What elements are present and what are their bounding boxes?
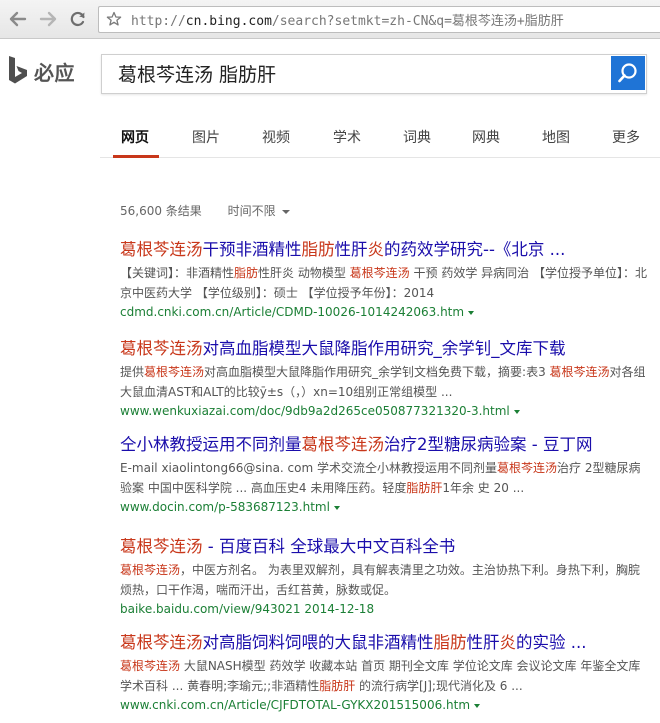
result-title[interactable]: 葛根芩连汤 - 百度百科 全球最大中文百科全书 <box>120 536 650 558</box>
result-snippet: 【关键词】：非酒精性脂肪性肝炎 动物模型 葛根芩连汤 干预 药效学 异病同治 【… <box>120 263 650 303</box>
search-result: 葛根芩连汤对高脂饲料饲喂的大鼠非酒精性脂肪性肝炎的实验 ... 葛根芩连汤 大鼠… <box>120 632 650 714</box>
highlighted-text: 葛根芩连汤 <box>120 339 203 358</box>
result-snippet: 葛根芩连汤，中医方剂名。 为表里双解剂，具有解表清里之功效。主治协热下利。身热下… <box>120 560 650 600</box>
url-dropdown-icon[interactable] <box>333 505 340 510</box>
text-segment: 的流行病学[J];现代消化及 6 ... <box>355 679 523 693</box>
bing-logo-icon <box>9 56 27 84</box>
highlighted-text: 葛根芩连汤 <box>349 266 410 280</box>
tab-wangdian[interactable]: 网典 <box>472 127 500 147</box>
reload-icon[interactable] <box>66 7 90 31</box>
highlighted-text: 脂肪肝 <box>406 481 443 495</box>
highlighted-text: 葛根芩连汤 <box>120 659 181 673</box>
result-url[interactable]: baike.baidu.com/view/943021 2014-12-18 <box>120 600 650 618</box>
result-snippet: 提供葛根芩连汤对高血脂模型大鼠降脂作用研究_余学钊文档免费下载，摘要:表3 葛根… <box>120 362 650 402</box>
search-result: 仝小林教授运用不同剂量葛根芩连汤治疗2型糖尿病验案 - 豆丁网 E-mail x… <box>120 434 650 516</box>
highlighted-text: 葛根芩连汤 <box>120 240 203 259</box>
url-dropdown-icon[interactable] <box>474 703 481 708</box>
highlighted-text: 葛根芩连汤 <box>120 563 181 577</box>
nav-tabs: 网页 图片 视频 学术 词典 网典 地图 更多 <box>0 127 660 157</box>
text-segment: 性肝 <box>334 240 368 259</box>
star-icon[interactable] <box>106 11 122 31</box>
result-title[interactable]: 葛根芩连汤干预非酒精性脂肪性肝炎的药效学研究--《北京 ... <box>120 239 650 261</box>
result-url[interactable]: www.docin.com/p-583687123.html <box>120 498 650 516</box>
tab-dictionary[interactable]: 词典 <box>403 127 431 147</box>
result-url[interactable]: www.cnki.com.cn/Article/CJFDTOTAL-GYKX20… <box>120 696 650 714</box>
highlighted-text: 炎 <box>367 240 385 259</box>
result-meta: 56,600 条结果 时间不限 <box>120 202 290 219</box>
search-icon <box>618 63 637 83</box>
text-segment: 1年余 史 20 ... <box>442 481 525 495</box>
tab-maps[interactable]: 地图 <box>542 127 570 147</box>
result-title[interactable]: 葛根芩连汤对高血脂模型大鼠降脂作用研究_余学钊_文库下载 <box>120 338 650 360</box>
text-segment: 对高血脂模型大鼠降脂作用研究_余学钊_文库下载 <box>202 339 566 358</box>
search-button[interactable] <box>611 56 645 90</box>
text-segment: ，中医方剂名。 为表里双解剂，具有解表清里之功效。主治协热下利。身热下利，胸脘烦… <box>120 563 640 597</box>
text-segment: - 百度百科 全球最大中文百科全书 <box>202 537 456 556</box>
address-bar[interactable]: http://cn.bing.com/search?setmkt=zh-CN&q… <box>98 6 660 33</box>
url-dropdown-icon[interactable] <box>513 409 520 414</box>
text-segment: 对高脂饲料饲喂的大鼠非酒精性 <box>202 633 434 652</box>
result-count: 56,600 条结果 <box>120 204 202 218</box>
highlighted-text: 炎 <box>499 633 517 652</box>
highlighted-text: 葛根芩连汤 <box>144 365 205 379</box>
result-title[interactable]: 葛根芩连汤对高脂饲料饲喂的大鼠非酒精性脂肪性肝炎的实验 ... <box>120 632 650 654</box>
highlighted-text: 脂肪肝 <box>319 679 356 693</box>
tab-web[interactable]: 网页 <box>121 127 149 147</box>
active-tab-indicator <box>113 155 159 158</box>
result-url[interactable]: www.wenkuxiazai.com/doc/9db9a2d265ce0508… <box>120 402 650 420</box>
time-filter[interactable]: 时间不限 <box>228 204 290 218</box>
tab-more[interactable]: 更多 <box>612 127 640 147</box>
text-segment: E-mail xiaolintong66@sina. com 学术交流仝小林教授… <box>120 461 497 475</box>
text-segment: ±s（，）xn=10组别正常组模型 ... <box>266 385 453 399</box>
tabs-divider <box>100 157 660 158</box>
tab-videos[interactable]: 视频 <box>262 127 290 147</box>
highlighted-text: 葛根芩连汤 <box>549 365 610 379</box>
search-result: 葛根芩连汤对高血脂模型大鼠降脂作用研究_余学钊_文库下载 提供葛根芩连汤对高血脂… <box>120 338 650 420</box>
tab-images[interactable]: 图片 <box>192 127 220 147</box>
text-segment: 对高血脂模型大鼠降脂作用研究_余学钊文档免费下载，摘要:表3 <box>204 365 550 379</box>
highlighted-text: 脂肪 <box>234 266 259 280</box>
text-segment: 性肝 <box>466 633 500 652</box>
text-segment: 提供 <box>120 365 145 379</box>
highlighted-text: 脂肪 <box>433 633 467 652</box>
back-arrow-icon[interactable] <box>6 7 30 31</box>
text-segment: 【关键词】：非酒精性 <box>120 266 235 280</box>
result-snippet: 葛根芩连汤 大鼠NASH模型 药效学 收藏本站 首页 期刊全文库 学位论文库 会… <box>120 656 650 696</box>
search-result: 葛根芩连汤干预非酒精性脂肪性肝炎的药效学研究--《北京 ... 【关键词】：非酒… <box>120 239 650 321</box>
search-input[interactable] <box>116 61 590 85</box>
browser-toolbar: http://cn.bing.com/search?setmkt=zh-CN&q… <box>0 0 660 39</box>
url-text: http://cn.bing.com/search?setmkt=zh-CN&q… <box>131 14 564 29</box>
text-segment: 治疗2型糖尿病验案 - 豆丁网 <box>384 435 593 454</box>
highlighted-text: 葛根芩连汤 <box>120 537 203 556</box>
text-segment: 的实验 ... <box>516 633 587 652</box>
result-snippet: E-mail xiaolintong66@sina. com 学术交流仝小林教授… <box>120 458 650 498</box>
search-result: 葛根芩连汤 - 百度百科 全球最大中文百科全书 葛根芩连汤，中医方剂名。 为表里… <box>120 536 650 618</box>
highlighted-text: 脂肪 <box>301 240 335 259</box>
bing-header: 必应 网页 图片 视频 学术 词典 网典 地图 更多 <box>0 39 660 179</box>
text-segment: 干预非酒精性 <box>202 240 302 259</box>
tab-academic[interactable]: 学术 <box>333 127 361 147</box>
text-segment: 性肝炎 动物模型 <box>258 266 350 280</box>
result-url[interactable]: cdmd.cnki.com.cn/Article/CDMD-10026-1014… <box>120 303 650 321</box>
forward-arrow-icon[interactable] <box>36 7 60 31</box>
text-segment: ȳ <box>259 385 267 399</box>
text-segment: 仝小林教授运用不同剂量 <box>120 435 302 454</box>
result-title[interactable]: 仝小林教授运用不同剂量葛根芩连汤治疗2型糖尿病验案 - 豆丁网 <box>120 434 650 456</box>
chevron-down-icon <box>281 209 290 214</box>
highlighted-text: 葛根芩连汤 <box>497 461 558 475</box>
highlighted-text: 葛根芩连汤 <box>301 435 385 454</box>
search-box[interactable] <box>101 54 647 94</box>
text-segment: 的药效学研究--《北京 ... <box>384 240 566 259</box>
bing-logo[interactable]: 必应 <box>7 55 75 87</box>
highlighted-text: 葛根芩连汤 <box>120 633 203 652</box>
logo-text: 必应 <box>34 60 75 85</box>
url-dropdown-icon[interactable] <box>468 310 475 315</box>
